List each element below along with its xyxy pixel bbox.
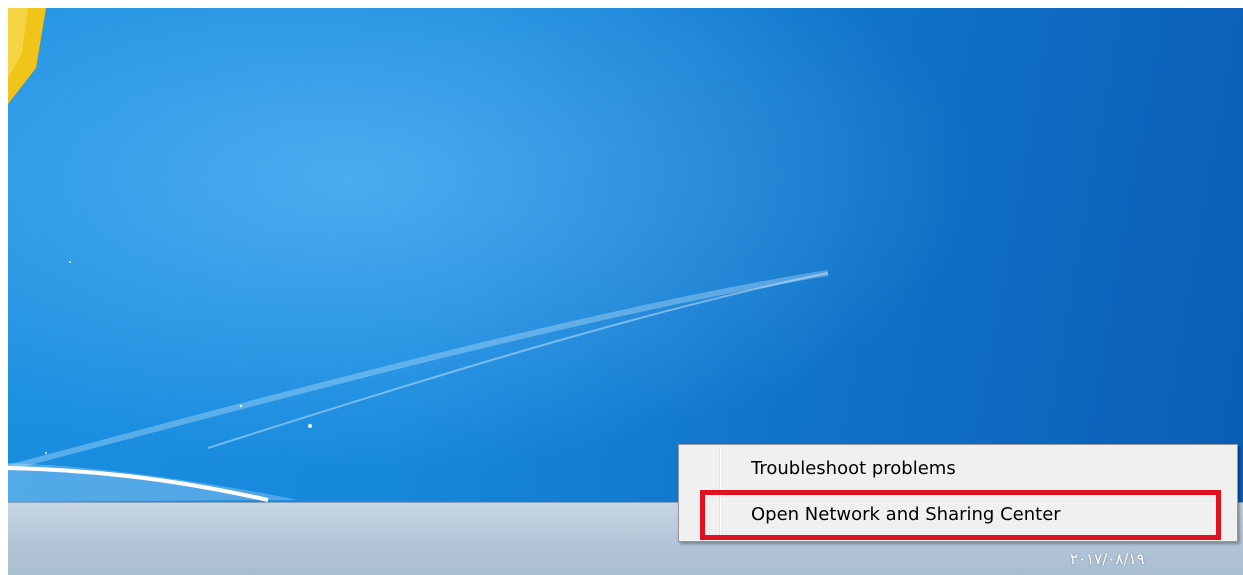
menu-item-troubleshoot-problems[interactable]: Troubleshoot problems	[751, 454, 956, 484]
screenshot: ▲ ⚑ ▮ ▦ ◀) ۲۰۱۷/۰۸/۱۹ Troubleshoot probl…	[0, 0, 1243, 575]
light-streak-core	[207, 272, 829, 449]
sparkle	[239, 404, 243, 408]
sparkle	[308, 424, 312, 428]
desktop-wallpaper	[8, 8, 1243, 502]
highlight-annotation-box	[700, 490, 1221, 540]
sparkle	[45, 452, 47, 454]
clock-date[interactable]: ۲۰۱۷/۰۸/۱۹	[1070, 548, 1210, 570]
wallpaper-art	[8, 8, 829, 502]
sparkle	[69, 261, 71, 263]
